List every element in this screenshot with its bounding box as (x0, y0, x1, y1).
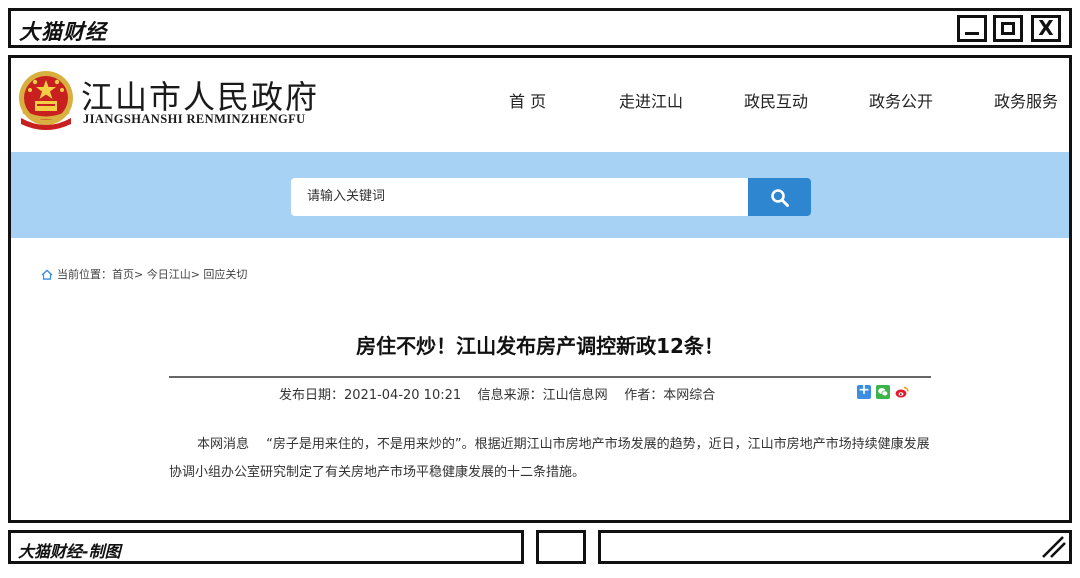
article-title: 房住不炒！江山发布房产调控新政12条！ (356, 334, 724, 358)
title-divider (169, 376, 931, 378)
nav-public-affairs[interactable]: 政务公开 (869, 88, 933, 112)
search-input[interactable]: 请输入关键词 (291, 178, 749, 216)
breadcrumb: 当前位置：首页> 今日江山> 回应关切 (41, 266, 247, 282)
maximize-button[interactable] (993, 15, 1023, 42)
share-plus-icon[interactable] (857, 382, 871, 399)
nav-interaction[interactable]: 政民互动 (744, 88, 808, 112)
wechat-icon[interactable] (876, 385, 890, 399)
home-icon (41, 269, 53, 280)
browser-content: 江山市人民政府 JIANGSHANSHI RENMINZHENGFU 首 页 走… (8, 55, 1072, 523)
search-band: 请输入关键词 (11, 152, 1069, 238)
weibo-icon[interactable] (895, 385, 909, 399)
close-icon: X (1038, 16, 1054, 40)
status-bar-credit: 大猫财经-制图 (8, 530, 524, 564)
minimize-button[interactable] (957, 15, 987, 42)
article-meta: 发布日期：2021-04-20 10:21 信息来源：江山信息网 作者：本网综合 (279, 388, 716, 403)
close-button[interactable]: X (1031, 15, 1061, 42)
app-title: 大猫财经 (19, 20, 107, 44)
article-body: 本网消息 “房子是用来住的，不是用来炒的”。根据近期江山市房地产市场发展的趋势，… (169, 437, 930, 480)
site-header: 江山市人民政府 JIANGSHANSHI RENMINZHENGFU 首 页 走… (11, 58, 1069, 152)
status-bar-box (536, 530, 586, 564)
search-icon (771, 189, 789, 207)
credit-text: 大猫财经-制图 (18, 542, 121, 561)
resize-grip-icon[interactable] (1041, 535, 1067, 559)
share-icons (857, 382, 914, 401)
national-emblem-icon (19, 71, 73, 130)
site-pinyin: JIANGSHANSHI RENMINZHENGFU (83, 112, 306, 126)
search-button[interactable] (748, 178, 811, 216)
nav-home[interactable]: 首 页 (509, 88, 546, 112)
breadcrumb-text[interactable]: 当前位置：首页> 今日江山> 回应关切 (57, 268, 247, 281)
status-bar-right (598, 530, 1072, 564)
nav-services[interactable]: 政务服务 (994, 88, 1058, 112)
window-title-bar: 大猫财经 X (8, 8, 1072, 48)
nav-about-jiangshan[interactable]: 走进江山 (619, 88, 683, 112)
